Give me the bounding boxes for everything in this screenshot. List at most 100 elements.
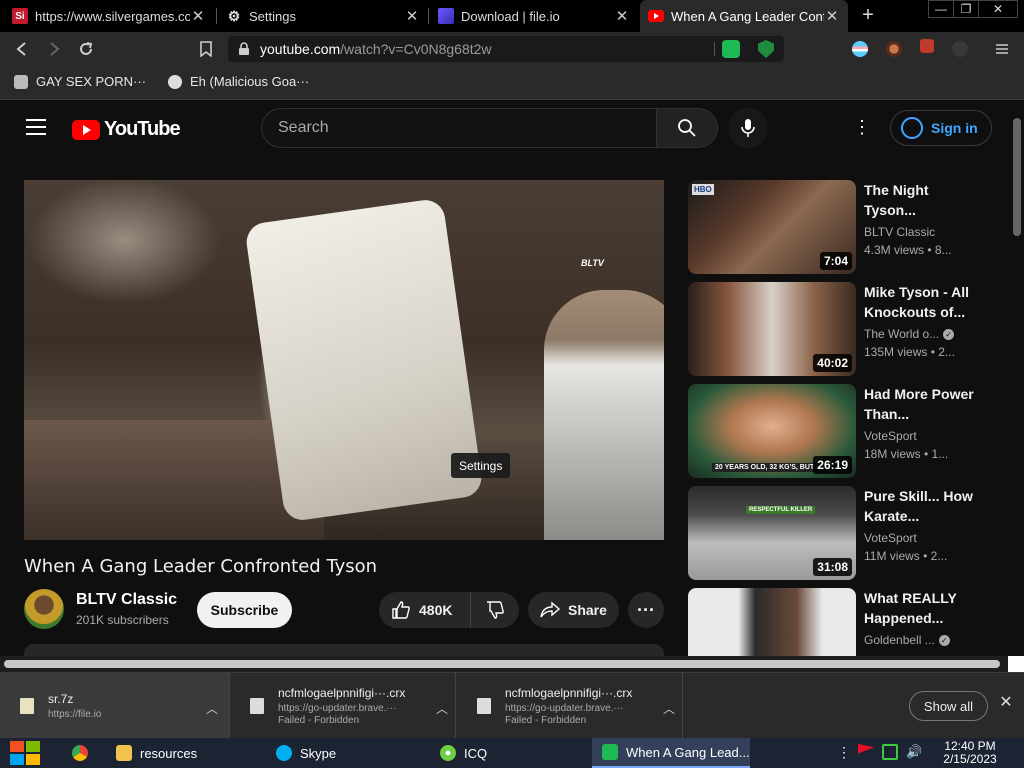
account-icon (901, 117, 923, 139)
screen: Si https://www.silvergames.co ✕ ⚙ Settin… (0, 0, 1024, 768)
recommendation-channel[interactable]: BLTV Classic (864, 225, 974, 239)
browser-menu-button[interactable] (991, 38, 1013, 60)
video-thumbnail[interactable]: RESPECTFUL KILLER 31:08 (688, 486, 856, 580)
download-status: Failed - Forbidden (278, 715, 360, 726)
windows-start-icon[interactable] (10, 741, 42, 765)
recommendation-title[interactable]: What REALLY Happened... (864, 588, 974, 628)
shield-icon[interactable] (758, 40, 774, 58)
vertical-scrollbar[interactable] (1010, 100, 1024, 656)
taskbar-skype[interactable]: Skype (266, 738, 424, 768)
address-bar[interactable]: youtube.com/watch?v=Cv0N8g68t2w (228, 36, 784, 62)
download-source: https://go-updater.brave.··· (278, 703, 397, 714)
extension-flag-icon[interactable] (852, 41, 868, 57)
tab-settings[interactable]: ⚙ Settings ✕ (218, 0, 428, 32)
chevron-up-icon[interactable]: ︿ (663, 700, 675, 716)
extension-green-icon[interactable] (722, 40, 740, 58)
system-clock[interactable]: 12:40 PM 2/15/2023 (930, 740, 1010, 766)
like-dislike-group: 480K (379, 592, 519, 628)
settings-kebab-icon[interactable]: ⋮ (852, 118, 872, 138)
close-tab-icon[interactable]: ✕ (404, 7, 420, 25)
reload-button[interactable] (75, 38, 97, 60)
recommendation-channel[interactable]: The World o... ✓ (864, 327, 974, 341)
tab-title: When A Gang Leader Confr (671, 8, 824, 24)
bookmark-button[interactable] (195, 38, 217, 60)
network-icon[interactable] (882, 744, 898, 760)
menu-icon (996, 44, 1008, 54)
taskbar-label: ICQ (464, 745, 488, 761)
download-item[interactable]: sr.7z https://file.io ︿ (0, 673, 230, 739)
close-tab-icon[interactable]: ✕ (190, 7, 206, 25)
speaker-icon[interactable]: 🔊 (906, 744, 922, 760)
taskbar-browser[interactable]: When A Gang Lead... (592, 738, 750, 768)
guide-menu-icon[interactable] (26, 119, 46, 135)
back-button[interactable] (11, 38, 33, 60)
bookmarks-bar: GAY SEX PORN··· Eh (Malicious Goa··· (0, 66, 1024, 100)
browser-toolbar: youtube.com/watch?v=Cv0N8g68t2w 67 (0, 32, 1024, 93)
close-window-button[interactable]: ✕ (978, 0, 1018, 18)
download-item[interactable]: ncfmlogaelpnnifigi···.crx https://go-upd… (230, 673, 456, 739)
voice-search-button[interactable] (728, 108, 768, 148)
download-item[interactable]: ncfmlogaelpnnifigi···.crx https://go-upd… (457, 673, 683, 739)
flag-icon[interactable] (858, 744, 874, 754)
forward-button[interactable] (43, 38, 65, 60)
channel-name[interactable]: BLTV Classic (76, 591, 177, 609)
recommendation-item[interactable]: 20 YEARS OLD, 32 KG'S, BUT... 26:19 Had … (688, 384, 988, 478)
profile-avatar-icon[interactable] (886, 41, 902, 57)
bookmark-item[interactable]: Eh (Malicious Goa··· (168, 74, 309, 89)
close-icon[interactable]: ✕ (998, 695, 1014, 711)
video-thumbnail[interactable] (688, 588, 856, 656)
recommendation-title[interactable]: The Night Tyson... (864, 180, 974, 220)
horizontal-scrollbar[interactable] (0, 656, 1010, 672)
video-player[interactable]: BLTV (24, 180, 664, 540)
video-duration: 40:02 (813, 354, 852, 372)
scrollbar-thumb[interactable] (1013, 118, 1021, 236)
like-button[interactable]: 480K (379, 592, 471, 628)
new-tab-button[interactable]: + (856, 4, 880, 28)
extension-grey-icon[interactable] (952, 41, 968, 57)
recommendation-item[interactable]: What REALLY Happened... Goldenbell ... ✓ (688, 588, 988, 656)
recommendation-item[interactable]: 40:02 Mike Tyson - All Knockouts of... T… (688, 282, 988, 376)
extension-red-icon[interactable] (920, 39, 934, 53)
recommendation-channel[interactable]: VoteSport (864, 429, 974, 443)
tab-fileio[interactable]: Download | file.io ✕ (430, 0, 638, 32)
channel-avatar[interactable] (24, 589, 64, 629)
recommendation-title[interactable]: Had More Power Than... (864, 384, 974, 424)
chevron-up-icon[interactable]: ︿ (436, 700, 448, 716)
recommendation-title[interactable]: Pure Skill... How Karate... (864, 486, 974, 526)
show-all-downloads-button[interactable]: Show all (909, 691, 988, 721)
more-actions-button[interactable]: ··· (628, 592, 664, 628)
subscribe-button[interactable]: Subscribe (197, 592, 292, 628)
tab-silvergames[interactable]: Si https://www.silvergames.co ✕ (4, 0, 214, 32)
search-button[interactable] (656, 108, 718, 148)
chevron-up-icon[interactable]: ︿ (206, 700, 218, 716)
recommendation-item[interactable]: RESPECTFUL KILLER 31:08 Pure Skill... Ho… (688, 486, 988, 580)
taskbar-icq[interactable]: ICQ (430, 738, 588, 768)
bookmark-item[interactable]: GAY SEX PORN··· (14, 74, 146, 89)
search-input[interactable]: Search (261, 108, 656, 148)
video-watermark: BLTV (581, 258, 604, 268)
video-thumbnail[interactable]: 20 YEARS OLD, 32 KG'S, BUT... 26:19 (688, 384, 856, 478)
recommendation-channel[interactable]: Goldenbell ... ✓ (864, 633, 974, 647)
restore-button[interactable]: ❐ (953, 0, 979, 18)
video-thumbnail[interactable]: HBO 7:04 (688, 180, 856, 274)
tray-overflow-icon[interactable]: ⋮ (836, 744, 852, 760)
recommendation-channel[interactable]: VoteSport (864, 531, 974, 545)
youtube-logo[interactable]: YouTube (72, 118, 181, 141)
hbo-logo-icon: HBO (692, 184, 714, 195)
recommendation-item[interactable]: HBO 7:04 The Night Tyson... BLTV Classic… (688, 180, 988, 274)
video-frame-region (544, 290, 664, 540)
dislike-button[interactable] (471, 592, 519, 628)
taskbar-resources[interactable]: resources (106, 738, 264, 768)
recommendation-title[interactable]: Mike Tyson - All Knockouts of... (864, 282, 974, 322)
video-thumbnail[interactable]: 40:02 (688, 282, 856, 376)
minimize-button[interactable]: — (928, 0, 954, 18)
channel-label: VoteSport (864, 429, 917, 443)
share-button[interactable]: Share (528, 592, 619, 628)
close-tab-icon[interactable]: ✕ (614, 7, 630, 25)
scrollbar-thumb[interactable] (4, 660, 1000, 668)
recommendation-meta: 4.3M views • 8... (864, 243, 952, 257)
taskbar-chrome[interactable] (62, 738, 104, 768)
tab-youtube-video[interactable]: When A Gang Leader Confr ✕ (640, 0, 848, 32)
close-tab-icon[interactable]: ✕ (824, 7, 840, 25)
sign-in-button[interactable]: Sign in (890, 110, 992, 146)
